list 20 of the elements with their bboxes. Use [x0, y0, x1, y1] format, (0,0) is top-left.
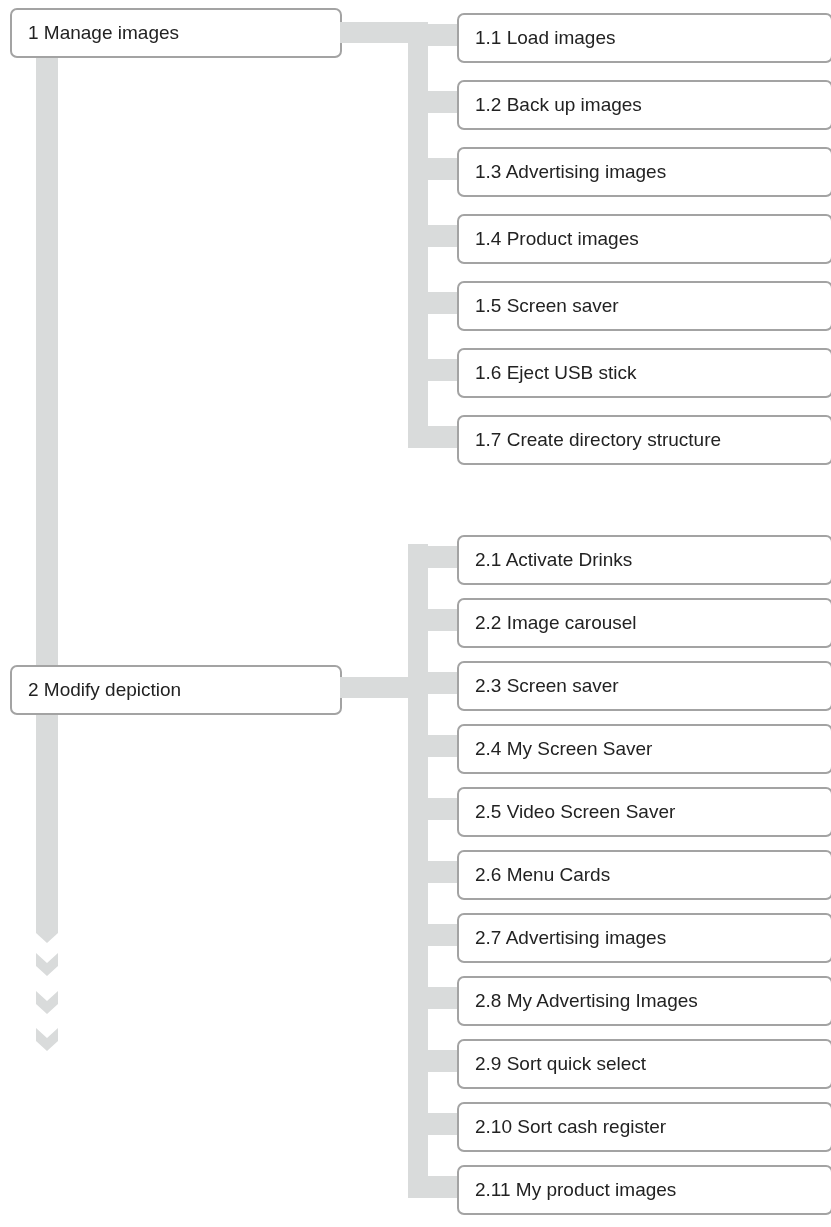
menu-node: 2.6 Menu Cards — [457, 850, 831, 900]
menu-node: 2.7 Advertising images — [457, 913, 831, 963]
menu-node: 2.4 My Screen Saver — [457, 724, 831, 774]
menu-node: 1.6 Eject USB stick — [457, 348, 831, 398]
menu-node: 2.10 Sort cash register — [457, 1102, 831, 1152]
menu-node: 2.5 Video Screen Saver — [457, 787, 831, 837]
menu-node: 1.4 Product images — [457, 214, 831, 264]
menu-node: 2.9 Sort quick select — [457, 1039, 831, 1089]
menu-node: 1.7 Create directory structure — [457, 415, 831, 465]
menu-node: 2 Modify depiction — [10, 665, 342, 715]
menu-node: 2.1 Activate Drinks — [457, 535, 831, 585]
menu-node: 1 Manage images — [10, 8, 342, 58]
menu-node: 1.5 Screen saver — [457, 281, 831, 331]
menu-node: 1.2 Back up images — [457, 80, 831, 130]
menu-node: 2.8 My Advertising Images — [457, 976, 831, 1026]
menu-node: 2.3 Screen saver — [457, 661, 831, 711]
menu-node: 1.1 Load images — [457, 13, 831, 63]
menu-node: 2.11 My product images — [457, 1165, 831, 1215]
menu-node: 2.2 Image carousel — [457, 598, 831, 648]
menu-node: 1.3 Advertising images — [457, 147, 831, 197]
